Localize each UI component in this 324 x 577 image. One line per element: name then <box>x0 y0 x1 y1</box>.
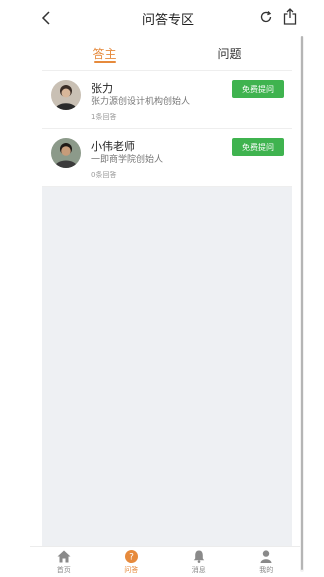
tab-home[interactable]: 首页 <box>30 547 98 577</box>
back-button[interactable] <box>36 8 56 28</box>
tab-label: 消息 <box>191 566 206 574</box>
tab-answerers[interactable]: 答主 <box>42 40 167 70</box>
bell-icon <box>193 550 205 563</box>
free-ask-button[interactable]: 免费提问 <box>232 80 284 98</box>
user-icon <box>260 550 272 563</box>
answer-count: 0条回答 <box>91 171 117 179</box>
tab-label: 答主 <box>92 47 117 61</box>
tab-qa[interactable]: ? 问答 <box>98 547 166 577</box>
share-icon <box>283 7 297 25</box>
header: 问答专区 <box>30 0 306 36</box>
refresh-button[interactable] <box>256 7 276 27</box>
svg-text:?: ? <box>129 553 134 563</box>
question-icon: ? <box>124 550 138 563</box>
free-ask-button[interactable]: 免费提问 <box>232 138 284 156</box>
list-item[interactable]: 小伟老师 一即商学院创始人 0条回答 免费提问 <box>42 129 292 187</box>
refresh-icon <box>260 11 272 23</box>
tab-profile[interactable]: 我的 <box>233 547 301 577</box>
share-button[interactable] <box>280 5 300 27</box>
tab-bar: 答主 问题 <box>42 40 292 71</box>
home-icon <box>57 550 71 563</box>
avatar <box>51 138 81 168</box>
tab-label: 首页 <box>56 566 71 574</box>
tab-questions[interactable]: 问题 <box>167 40 292 70</box>
answerer-list: 张力 张力源创设计机构创始人 1条回答 免费提问 小伟老师 一即商学院创始人 0… <box>42 71 292 187</box>
scrollbar-thumb[interactable] <box>301 36 303 570</box>
tab-label: 问题 <box>217 47 242 61</box>
chevron-left-icon <box>41 11 50 25</box>
tab-label: 问答 <box>124 566 139 574</box>
answer-count: 1条回答 <box>91 113 117 121</box>
answerer-description: 张力源创设计机构创始人 <box>91 97 191 107</box>
answerer-description: 一即商学院创始人 <box>91 155 164 165</box>
avatar <box>51 80 81 110</box>
active-tab-indicator <box>93 61 116 63</box>
app-frame: 问答专区 答主 问题 张力 张力源创设计机构创始人 1条回答 免费提问 小伟老师… <box>30 0 306 577</box>
empty-content-area <box>42 187 292 546</box>
tab-label: 我的 <box>259 566 274 574</box>
tab-messages[interactable]: 消息 <box>165 547 233 577</box>
page-title: 问答专区 <box>141 12 194 28</box>
bottom-tab-bar: 首页 ? 问答 消息 我的 <box>30 546 300 577</box>
list-item[interactable]: 张力 张力源创设计机构创始人 1条回答 免费提问 <box>42 71 292 129</box>
page: 问答专区 答主 问题 张力 张力源创设计机构创始人 1条回答 免费提问 小伟老师… <box>0 0 324 577</box>
